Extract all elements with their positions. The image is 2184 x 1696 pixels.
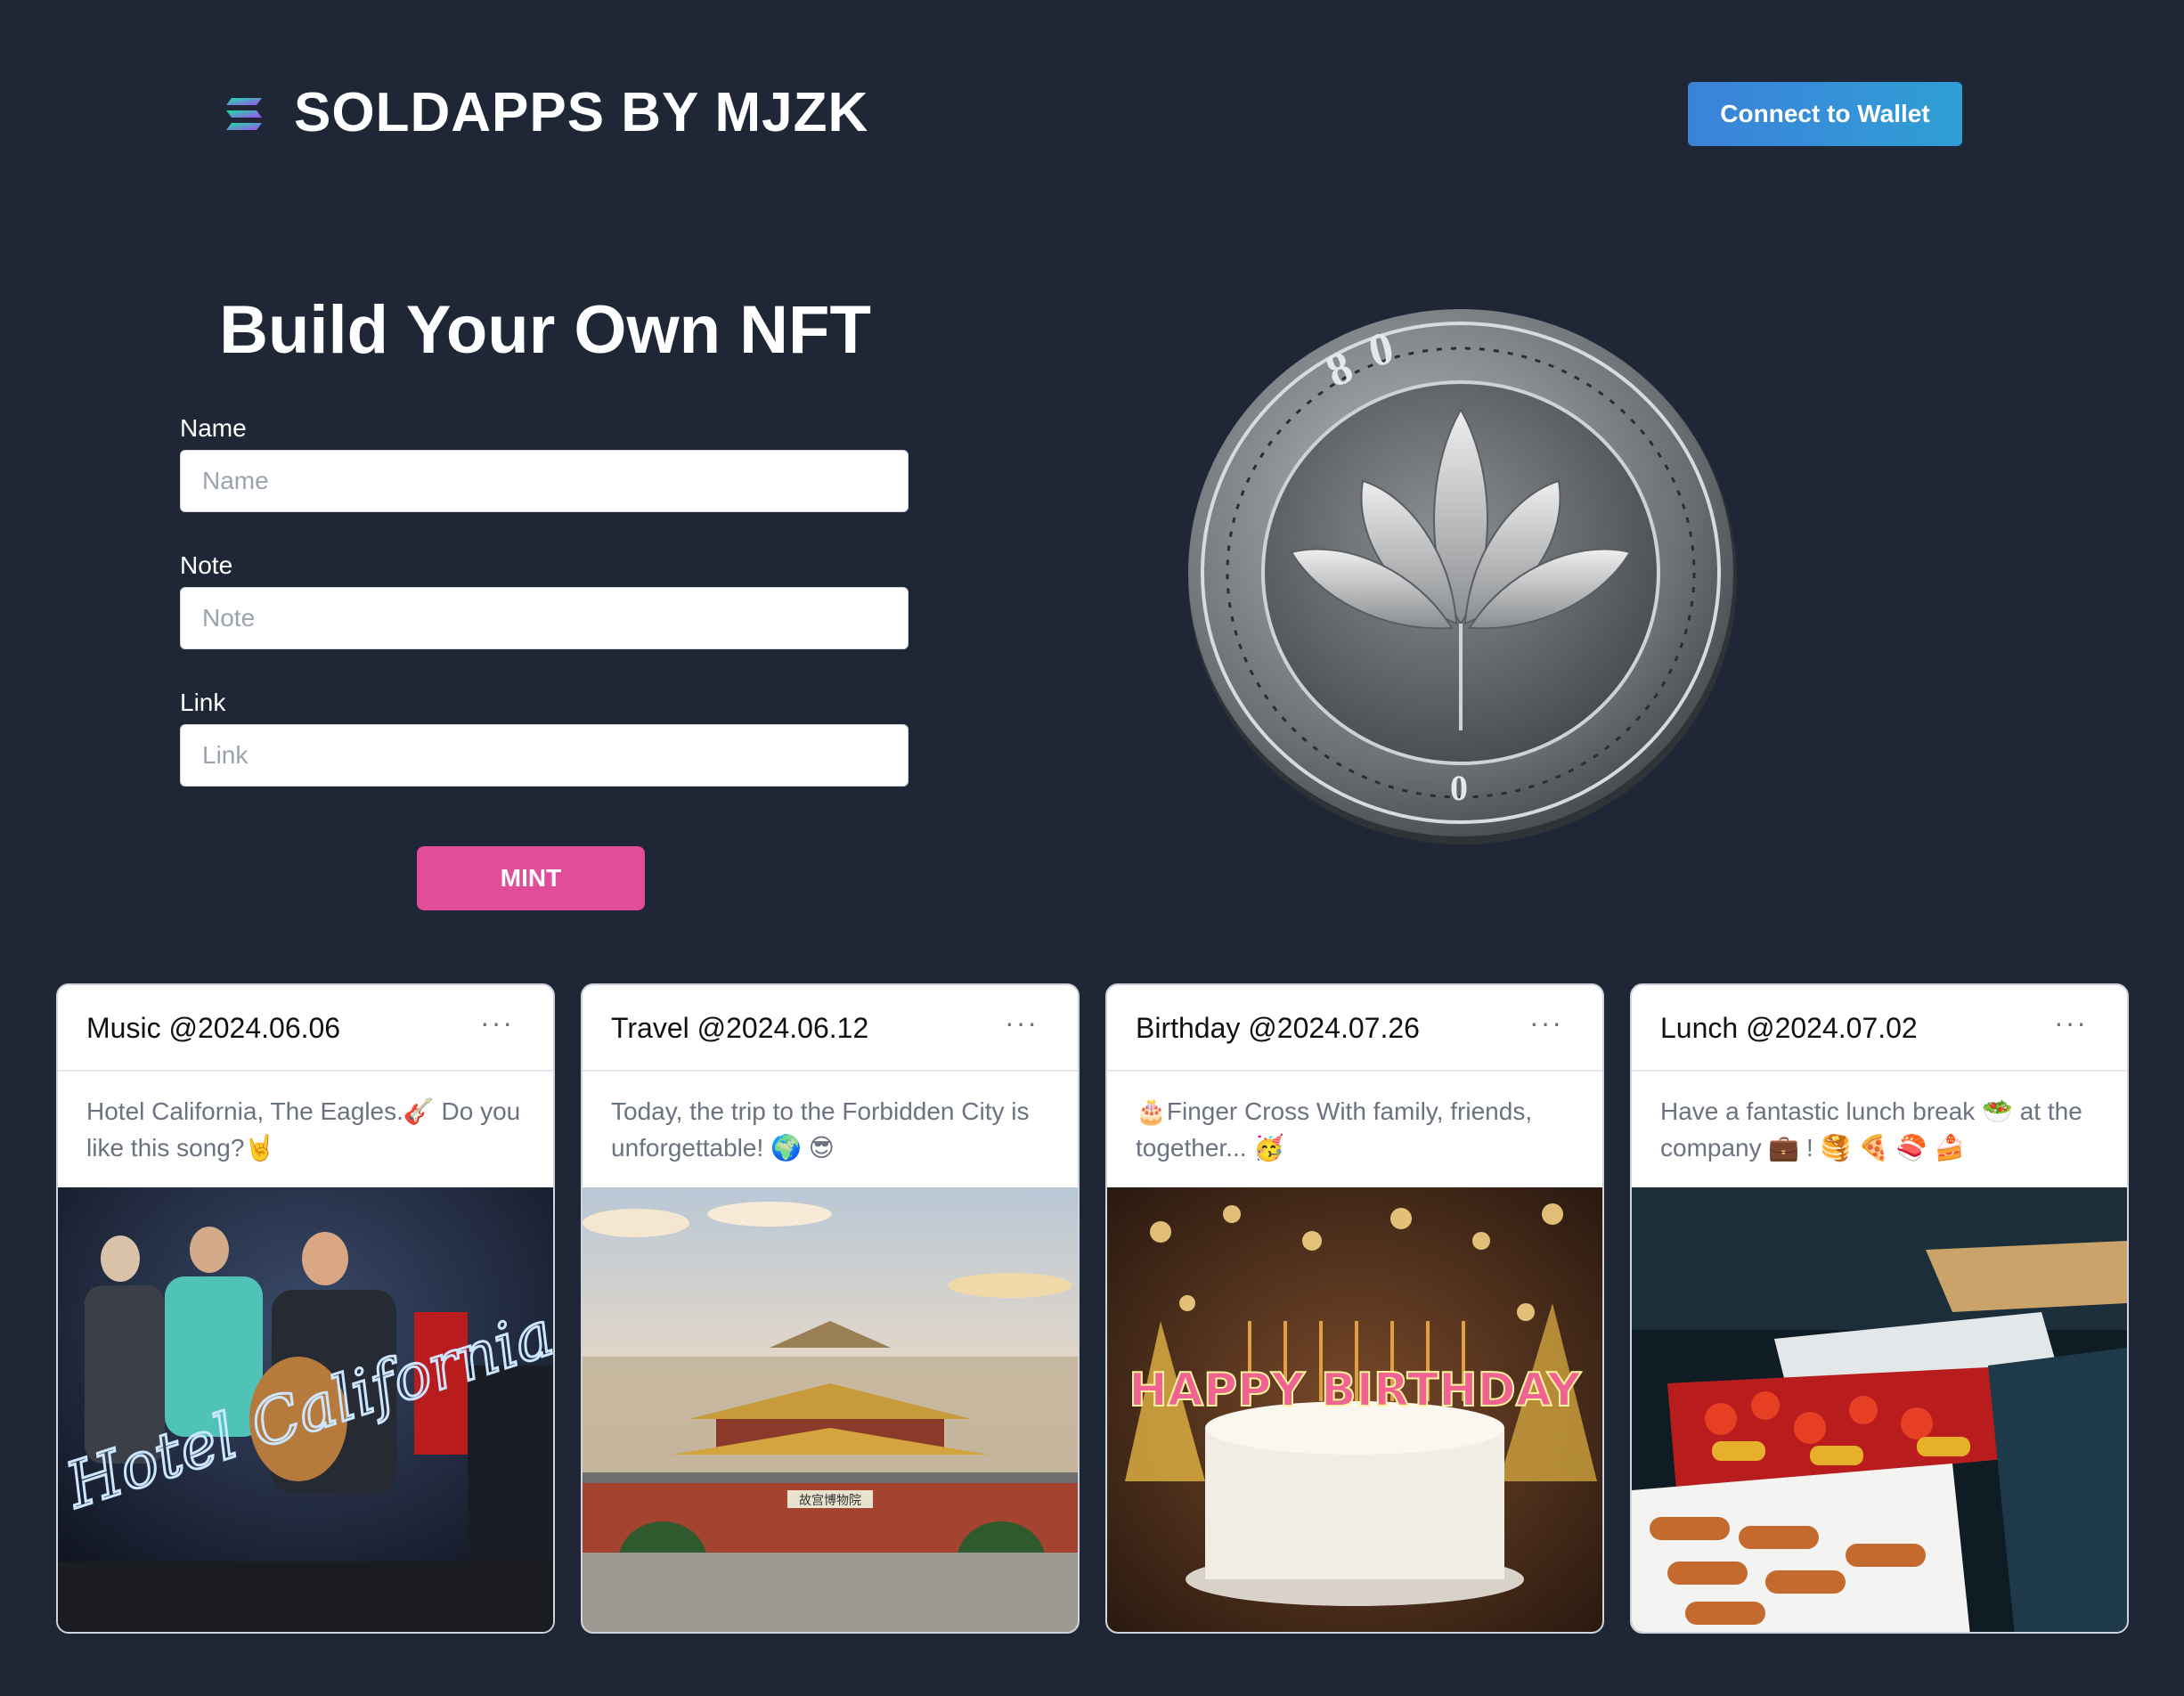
card-title: Lunch @2024.07.02 bbox=[1660, 1012, 1918, 1044]
card-title: Travel @2024.06.12 bbox=[611, 1012, 869, 1044]
silver-lotus-coin: 8 0 0 bbox=[1188, 309, 1737, 844]
card-header: Music @2024.06.06 ··· bbox=[58, 985, 553, 1072]
more-options-icon[interactable]: ··· bbox=[1529, 1005, 1563, 1040]
more-options-icon[interactable]: ··· bbox=[2054, 1005, 2088, 1040]
card-header: Birthday @2024.07.26 ··· bbox=[1107, 985, 1602, 1072]
name-label: Name bbox=[180, 414, 247, 442]
card-description: Have a fantastic lunch break 🥗 at the co… bbox=[1660, 1097, 2082, 1162]
birthday-cake-photo: HAPPY BIRTHDAY bbox=[1107, 1187, 1602, 1632]
band-concert-photo: Hotel California bbox=[58, 1187, 553, 1632]
card-title: Music @2024.06.06 bbox=[86, 1012, 341, 1044]
coin-mark-0-bottom: 0 bbox=[1450, 768, 1468, 808]
forbidden-city-photo: 故宫博物院 bbox=[583, 1187, 1078, 1632]
buffet-food-photo bbox=[1632, 1187, 2127, 1632]
nft-card-lunch[interactable]: Lunch @2024.07.02 ··· Have a fantastic l… bbox=[1630, 983, 2129, 1634]
brand-title: SOLDAPPS BY MJZK bbox=[294, 82, 869, 143]
more-options-icon[interactable]: ··· bbox=[480, 1005, 514, 1040]
solana-logo-icon bbox=[226, 98, 262, 130]
name-input[interactable] bbox=[180, 450, 909, 512]
link-label: Link bbox=[180, 689, 226, 716]
connect-wallet-button[interactable]: Connect to Wallet bbox=[1688, 82, 1962, 146]
mint-button[interactable]: MINT bbox=[417, 846, 645, 910]
note-input[interactable] bbox=[180, 587, 909, 649]
form-title: Build Your Own NFT bbox=[219, 292, 871, 368]
nft-card-travel[interactable]: Travel @2024.06.12 ··· Today, the trip t… bbox=[581, 983, 1080, 1634]
card-header: Travel @2024.06.12 ··· bbox=[583, 985, 1078, 1072]
card-header: Lunch @2024.07.02 ··· bbox=[1632, 985, 2127, 1072]
card-title: Birthday @2024.07.26 bbox=[1136, 1012, 1420, 1044]
link-input[interactable] bbox=[180, 724, 909, 787]
nft-card-grid: Music @2024.06.06 ··· Hotel California, … bbox=[56, 983, 2130, 1634]
note-label: Note bbox=[180, 551, 233, 579]
happy-birthday-candles-text: HAPPY BIRTHDAY bbox=[1129, 1364, 1582, 1417]
card-description: Today, the trip to the Forbidden City is… bbox=[611, 1097, 1030, 1162]
more-options-icon[interactable]: ··· bbox=[1005, 1005, 1039, 1040]
nft-card-music[interactable]: Music @2024.06.06 ··· Hotel California, … bbox=[56, 983, 555, 1634]
palace-museum-plaque-text: 故宫博物院 bbox=[799, 1493, 861, 1508]
card-description: Hotel California, The Eagles.🎸 Do you li… bbox=[86, 1097, 521, 1162]
card-description: 🎂Finger Cross With family, friends, toge… bbox=[1136, 1097, 1533, 1162]
nft-card-birthday[interactable]: Birthday @2024.07.26 ··· 🎂Finger Cross W… bbox=[1105, 983, 1604, 1634]
